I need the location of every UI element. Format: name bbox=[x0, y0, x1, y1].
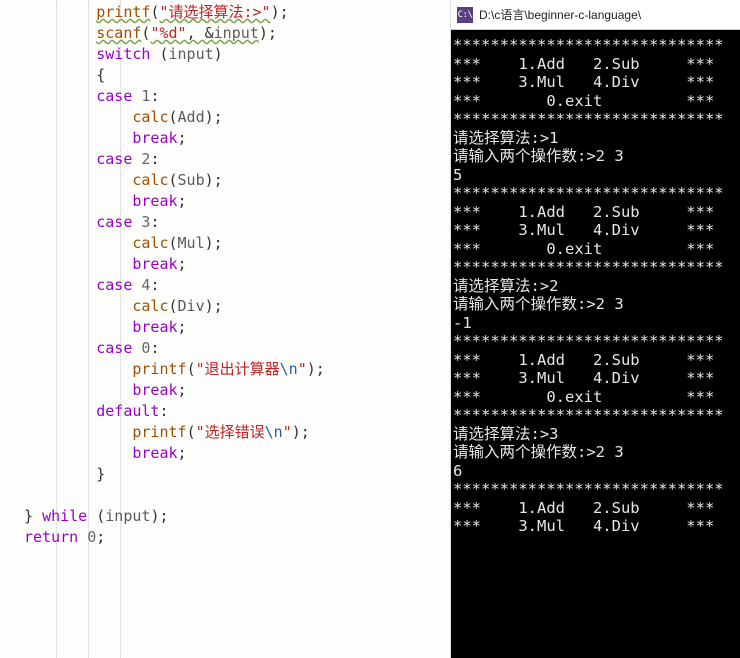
code-line[interactable] bbox=[24, 485, 450, 506]
code-line[interactable]: calc(Sub); bbox=[24, 170, 450, 191]
code-line[interactable]: case 3: bbox=[24, 212, 450, 233]
code-line[interactable]: break; bbox=[24, 443, 450, 464]
code-line[interactable]: break; bbox=[24, 380, 450, 401]
code-line[interactable]: calc(Mul); bbox=[24, 233, 450, 254]
cmd-icon: C:\ bbox=[457, 7, 473, 23]
code-line[interactable]: break; bbox=[24, 128, 450, 149]
code-line[interactable]: case 4: bbox=[24, 275, 450, 296]
code-line[interactable]: printf("退出计算器\n"); bbox=[24, 359, 450, 380]
console-output[interactable]: ***************************** *** 1.Add … bbox=[451, 30, 740, 658]
code-line[interactable]: case 2: bbox=[24, 149, 450, 170]
code-line[interactable]: scanf("%d", &input); bbox=[24, 23, 450, 44]
code-line[interactable]: printf("选择错误\n"); bbox=[24, 422, 450, 443]
current-line-highlight bbox=[0, 546, 450, 567]
code-line[interactable]: default: bbox=[24, 401, 450, 422]
code-line[interactable]: calc(Add); bbox=[24, 107, 450, 128]
code-line[interactable]: case 1: bbox=[24, 86, 450, 107]
code-line[interactable]: break; bbox=[24, 191, 450, 212]
code-line[interactable]: case 0: bbox=[24, 338, 450, 359]
code-line[interactable]: calc(Div); bbox=[24, 296, 450, 317]
code-line[interactable]: } bbox=[24, 464, 450, 485]
code-line[interactable]: break; bbox=[24, 254, 450, 275]
console-title: D:\c语言\beginner-c-language\ bbox=[479, 6, 641, 23]
console-titlebar[interactable]: C:\ D:\c语言\beginner-c-language\ bbox=[451, 0, 740, 30]
code-line[interactable]: return 0; bbox=[24, 527, 450, 548]
code-line[interactable]: switch (input) bbox=[24, 44, 450, 65]
code-line[interactable]: printf("请选择算法:>"); bbox=[24, 2, 450, 23]
code-line[interactable]: } while (input); bbox=[24, 506, 450, 527]
current-line-highlight bbox=[0, 567, 450, 588]
console-window: C:\ D:\c语言\beginner-c-language\ ********… bbox=[450, 0, 740, 658]
code-line[interactable]: { bbox=[24, 65, 450, 86]
code-line[interactable]: break; bbox=[24, 317, 450, 338]
code-editor[interactable]: printf("请选择算法:>"); scanf("%d", &input); … bbox=[0, 0, 450, 658]
